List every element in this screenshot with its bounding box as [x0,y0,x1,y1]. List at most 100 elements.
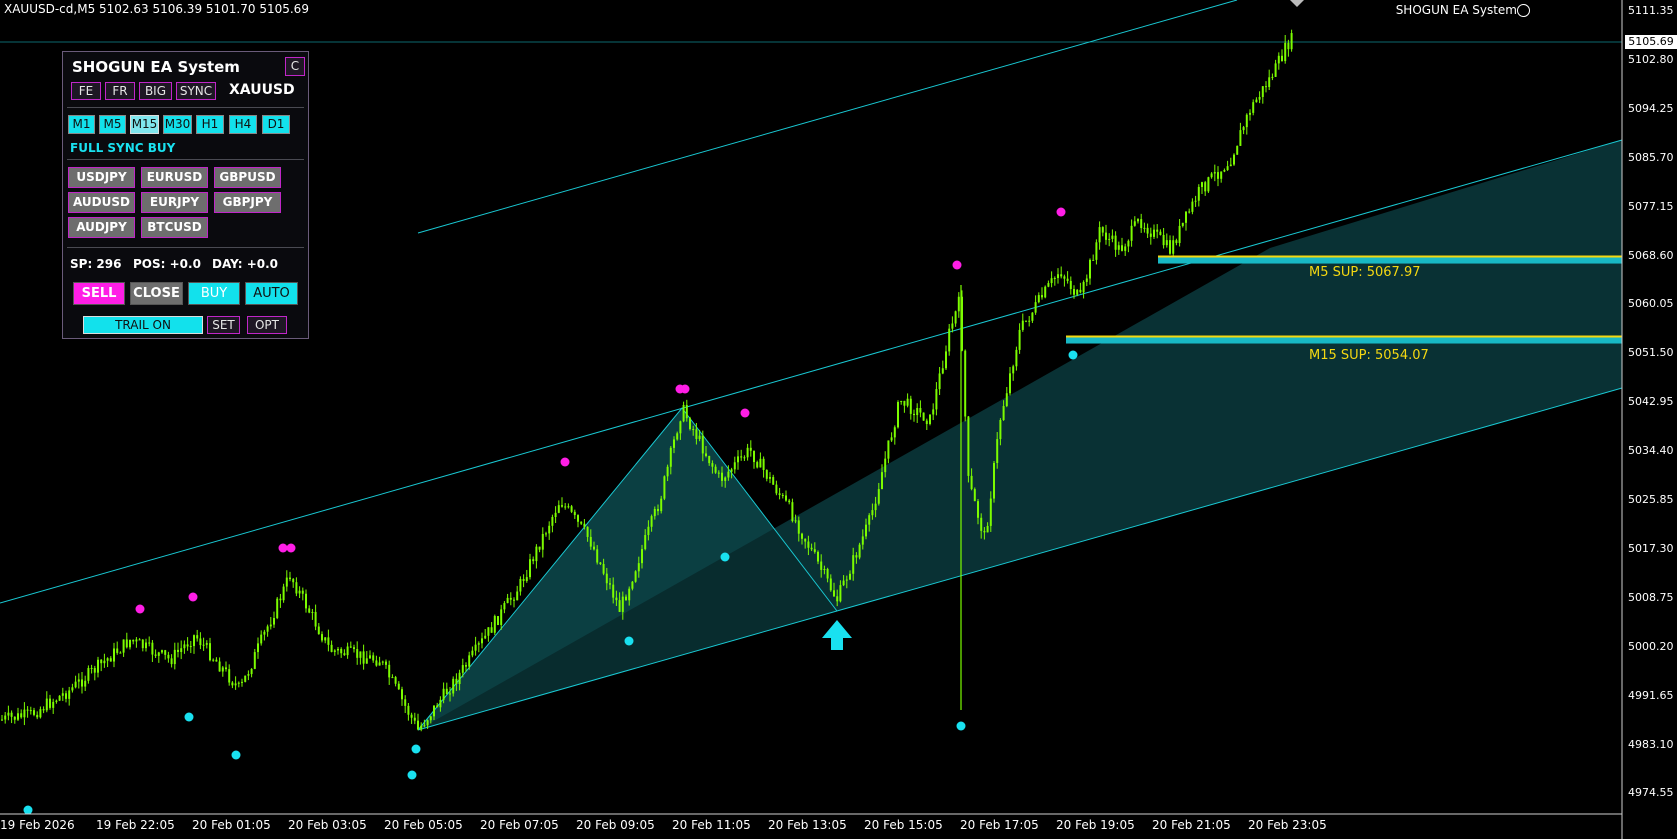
candle-body [151,642,154,655]
candle-body [292,579,295,583]
pair-gbpjpy-button[interactable]: GBPJPY [214,192,281,213]
pair-btcusd-button[interactable]: BTCUSD [141,217,208,238]
candle-body [861,536,864,545]
candle-body [381,661,384,663]
sell-signal-dot [188,592,198,602]
pair-gbpusd-button[interactable]: GBPUSD [214,167,281,188]
candle-body [244,675,247,682]
candle-body [276,598,279,619]
timeframe-m15-button[interactable]: M15 [130,115,159,134]
auto-button[interactable]: AUTO [245,282,298,305]
candle-body [970,475,973,490]
candle-body [426,720,429,726]
candle-body [801,533,803,539]
candle-body [362,651,365,664]
spread-label: SP: 296 [70,257,122,271]
candle-body [279,598,282,601]
candle-body [71,687,74,691]
candle-body [250,668,253,675]
candle-body [951,323,954,329]
candle-body [1287,42,1290,50]
candle-body [887,440,890,459]
timeframe-d1-button[interactable]: D1 [262,115,290,134]
candle-body [1,719,3,721]
candle-body [737,456,739,463]
candle-body [1181,222,1184,226]
candle-body [1101,227,1104,233]
candle-body [449,693,451,695]
pair-usdjpy-button[interactable]: USDJPY [68,167,135,188]
candle-body [337,648,339,651]
pair-audusd-button[interactable]: AUDUSD [68,192,135,213]
candle-body [1265,86,1267,88]
candle-body [423,725,426,727]
candle-body [657,508,659,512]
timeframe-h1-button[interactable]: H1 [196,115,224,134]
candle-body [580,521,583,524]
candle-body [295,582,298,594]
price-axis-label: 5025.85 [1628,493,1674,506]
candle-body [407,705,410,715]
candle-body [890,437,893,441]
pair-eurusd-button[interactable]: EURUSD [141,167,208,188]
price-axis-label: 5111.35 [1628,4,1674,17]
candle-body [285,577,288,587]
timeframe-m1-button[interactable]: M1 [68,115,95,134]
candle-body [138,639,141,641]
time-axis-label: 20 Feb 09:05 [576,818,655,832]
timeframe-m30-button[interactable]: M30 [163,115,192,134]
candle-body [929,414,931,424]
pair-audjpy-button[interactable]: AUDJPY [68,217,135,238]
buy-button[interactable]: BUY [188,282,240,305]
candle-body [225,667,227,670]
candle-body [759,458,762,468]
time-axis-label: 20 Feb 03:05 [288,818,367,832]
candle-body [615,597,618,601]
candle-body [554,512,557,518]
smiley-icon[interactable] [1517,4,1530,17]
candle-body [909,398,912,414]
candle-body [871,510,874,516]
panel-title: SHOGUN EA System [72,58,240,76]
sync-toggle-button[interactable]: SYNC [176,82,216,100]
candle-body [356,649,359,658]
sell-button[interactable]: SELL [73,282,125,305]
candle-body [116,648,119,653]
timeframe-h4-button[interactable]: H4 [229,115,257,134]
panel-close-button[interactable]: C [285,57,305,76]
fr-toggle-button[interactable]: FR [105,82,135,100]
candle-body [532,559,535,562]
opt-button[interactable]: OPT [247,316,287,334]
candle-body [215,659,218,662]
candle-body [433,705,435,717]
big-toggle-button[interactable]: BIG [139,82,172,100]
candle-body [1037,295,1040,303]
candle-body [557,505,560,513]
candle-body [487,627,490,636]
candle-body [212,659,215,661]
candle-body [692,429,695,431]
candle-body [298,590,301,594]
candle-body [794,520,797,522]
candle-body [602,564,605,574]
candle-body [1140,219,1143,228]
trail-toggle-button[interactable]: TRAIL ON [83,316,203,334]
candle-body [1012,366,1015,374]
set-button[interactable]: SET [207,316,240,334]
candle-body [269,624,272,627]
candle-body [148,642,151,644]
timeframe-m5-button[interactable]: M5 [99,115,126,134]
candle-body [922,412,925,421]
candle-body [1047,283,1050,287]
fe-toggle-button[interactable]: FE [71,82,101,100]
candle-body [429,716,432,721]
candle-body [685,404,688,419]
candle-body [583,523,586,527]
candle-body [756,462,759,468]
candle-body [714,466,717,473]
candle-body [762,458,765,470]
candle-body [897,401,899,428]
close-button[interactable]: CLOSE [130,282,183,305]
pair-eurjpy-button[interactable]: EURJPY [141,192,208,213]
candle-body [1053,277,1056,279]
